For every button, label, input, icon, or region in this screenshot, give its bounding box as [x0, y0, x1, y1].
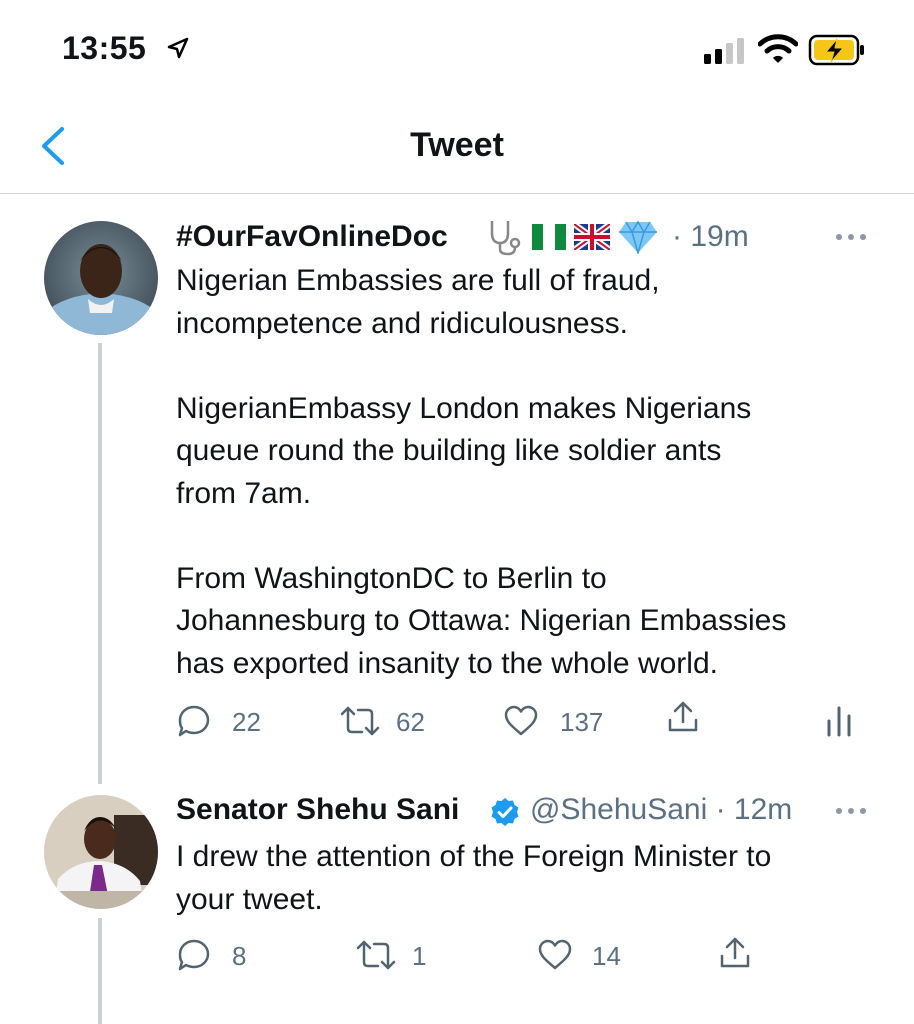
- status-time: 13:55: [62, 30, 147, 66]
- share-icon[interactable]: [666, 700, 700, 734]
- battery-charging-icon: [808, 34, 864, 66]
- retweet-count: 62: [396, 707, 425, 737]
- reply-count: 8: [232, 941, 247, 971]
- display-name[interactable]: Senator Shehu Sani: [176, 793, 459, 827]
- like-count: 14: [592, 941, 621, 971]
- wifi-icon: [758, 34, 798, 63]
- nav-divider: [0, 193, 914, 194]
- like-heart-icon[interactable]: [538, 938, 572, 972]
- retweet-icon[interactable]: [338, 704, 382, 738]
- cellular-signal-icon: [704, 38, 744, 64]
- analytics-icon[interactable]: [822, 704, 856, 738]
- uk-flag-icon: [574, 224, 610, 250]
- page-title: Tweet: [410, 126, 504, 164]
- name-emojis: [484, 217, 658, 257]
- thread-line: [98, 918, 102, 1024]
- more-options-icon[interactable]: [834, 232, 868, 242]
- reply-icon[interactable]: [177, 938, 211, 972]
- share-icon[interactable]: [718, 936, 752, 970]
- nigeria-flag-icon: [532, 224, 566, 250]
- reply-count: 22: [232, 707, 261, 737]
- retweet-count: 1: [412, 941, 427, 971]
- display-name[interactable]: #OurFavOnlineDoc: [176, 220, 448, 254]
- tweet-time[interactable]: · 19m: [672, 220, 749, 254]
- like-heart-icon[interactable]: [504, 704, 538, 738]
- verified-badge-icon: [491, 798, 519, 826]
- more-options-icon[interactable]: [834, 806, 868, 816]
- stethoscope-emoji-icon: [490, 221, 521, 256]
- reply-icon[interactable]: [177, 704, 211, 738]
- like-count: 137: [560, 707, 604, 737]
- gem-emoji-icon: [619, 220, 657, 254]
- tweet-text: Nigerian Embassies are full of fraud, in…: [176, 264, 787, 680]
- location-arrow-icon: [167, 37, 189, 59]
- retweet-icon[interactable]: [354, 938, 398, 972]
- tweet-text: I drew the attention of the Foreign Mini…: [176, 840, 772, 916]
- tweet-handle-time[interactable]: @ShehuSani · 12m: [530, 793, 792, 827]
- thread-line: [98, 343, 102, 784]
- avatar[interactable]: [44, 221, 158, 335]
- avatar[interactable]: [44, 795, 158, 909]
